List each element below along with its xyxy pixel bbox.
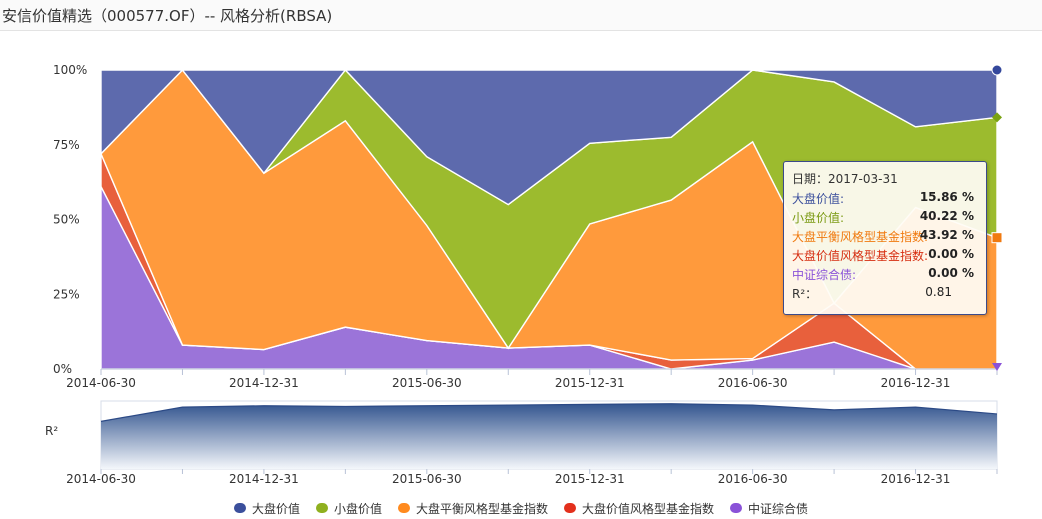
tooltip-row: R²： 0.81 bbox=[792, 285, 978, 303]
tooltip-row-label: 大盘价值: bbox=[792, 192, 845, 206]
tooltip-row-label: 大盘价值风格型基金指数: bbox=[792, 249, 929, 263]
tooltip-row-label: 中证综合债: bbox=[792, 268, 857, 282]
x-tick-label: 2015-06-30 bbox=[392, 376, 462, 390]
legend-label: 大盘价值风格型基金指数 bbox=[582, 501, 715, 516]
tooltip-row-value: 0.00 % bbox=[928, 266, 974, 280]
x-tick-label: 2014-06-30 bbox=[66, 376, 136, 390]
tooltip-row-value: 43.92 % bbox=[919, 228, 974, 242]
legend-item[interactable]: 大盘平衡风格型基金指数 bbox=[397, 500, 548, 517]
marker-top-circle bbox=[991, 64, 1003, 76]
legend-swatch bbox=[564, 503, 576, 513]
tooltip-date: 日期：2017-03-31 bbox=[792, 172, 898, 186]
legend-item[interactable]: 小盘价值 bbox=[315, 500, 382, 517]
x-tick-label: 2016-12-31 bbox=[881, 376, 951, 390]
tooltip-row: 小盘价值: 40.22 % bbox=[792, 209, 978, 227]
title-bar: 安信价值精选（000577.OF）-- 风格分析(RBSA) bbox=[0, 0, 1042, 31]
tooltip-row-label: 大盘平衡风格型基金指数: bbox=[792, 230, 929, 244]
y-tick-label: 25% bbox=[53, 287, 80, 301]
x-tick-label: 2015-12-31 bbox=[555, 376, 625, 390]
nav-x-tick-label: 2014-12-31 bbox=[229, 472, 299, 486]
tooltip-row-value: 0.00 % bbox=[928, 247, 974, 261]
tooltip: 日期：2017-03-31 大盘价值: 15.86 % 小盘价值: 40.22 % 大盘… bbox=[783, 161, 987, 315]
nav-x-tick-label: 2016-06-30 bbox=[718, 472, 788, 486]
r2-area bbox=[101, 403, 997, 469]
nav-x-tick-label: 2014-06-30 bbox=[66, 472, 136, 486]
y-tick-label: 50% bbox=[53, 213, 80, 227]
nav-x-tick-label: 2016-12-31 bbox=[881, 472, 951, 486]
tooltip-row: 中证综合债: 0.00 % bbox=[792, 266, 978, 284]
tooltip-row-value: 40.22 % bbox=[919, 209, 974, 223]
page-title: 安信价值精选（000577.OF）-- 风格分析(RBSA) bbox=[2, 7, 333, 25]
x-tick-label: 2014-12-31 bbox=[229, 376, 299, 390]
legend-item[interactable]: 大盘价值风格型基金指数 bbox=[564, 500, 714, 517]
tooltip-row-label: R²： bbox=[792, 287, 818, 301]
nav-x-tick-label: 2015-06-30 bbox=[392, 472, 462, 486]
marker-square bbox=[991, 232, 1003, 244]
r2-navigator[interactable]: R² 2014-06-30 2014-12-31 2015-06-30 2015-12-… bbox=[45, 400, 998, 486]
tooltip-row: 大盘平衡风格型基金指数: 43.92 % bbox=[792, 228, 978, 246]
nav-x-tick-label: 2015-12-31 bbox=[555, 472, 625, 486]
legend-swatch bbox=[730, 503, 743, 513]
legend-label: 小盘价值 bbox=[333, 501, 382, 516]
r2-axis-label: R² bbox=[45, 424, 58, 438]
legend-label: 中证综合债 bbox=[748, 501, 809, 516]
x-tick-label: 2016-06-30 bbox=[718, 376, 788, 390]
legend-item[interactable]: 大盘价值 bbox=[233, 500, 300, 517]
tooltip-row: 大盘价值: 15.86 % bbox=[792, 190, 978, 208]
tooltip-row-value: 15.86 % bbox=[919, 190, 974, 204]
legend-swatch bbox=[315, 503, 328, 513]
tooltip-row-label: 小盘价值: bbox=[792, 211, 845, 225]
legend-label: 大盘价值 bbox=[251, 501, 300, 516]
y-tick-label: 75% bbox=[53, 138, 80, 152]
legend-item[interactable]: 中证综合债 bbox=[730, 500, 808, 517]
legend: 大盘价值 小盘价值 大盘平衡风格型基金指数 大盘价值风格型基金指数 中证综合债 bbox=[0, 498, 1042, 518]
y-tick-label: 100% bbox=[53, 63, 87, 77]
legend-label: 大盘平衡风格型基金指数 bbox=[415, 501, 548, 516]
legend-swatch bbox=[233, 503, 246, 513]
y-tick-label: 0% bbox=[53, 362, 72, 376]
legend-swatch bbox=[397, 503, 410, 513]
tooltip-row-value: 0.81 bbox=[925, 285, 952, 299]
tooltip-row: 大盘价值风格型基金指数: 0.00 % bbox=[792, 247, 978, 265]
